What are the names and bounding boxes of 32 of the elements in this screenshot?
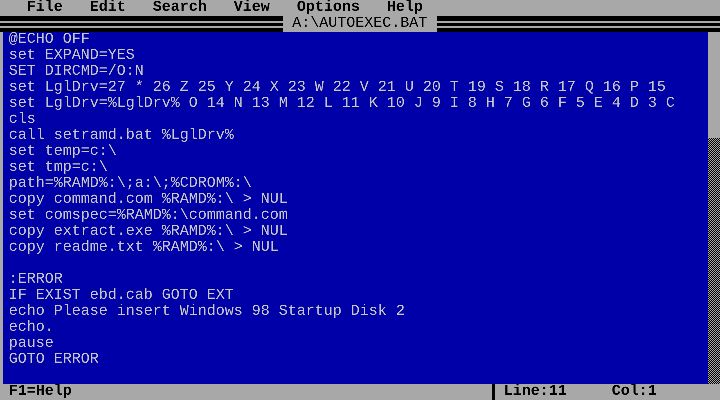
code-line: cls bbox=[9, 112, 36, 128]
code-line: set comspec=%RAMD%:\command.com bbox=[9, 208, 288, 224]
code-line: echo Please insert Windows 98 Startup Disk 2 bbox=[9, 304, 406, 320]
code-line: GOTO ERROR bbox=[9, 352, 100, 368]
code-line: SET DIRCMD=/O:N bbox=[9, 64, 144, 80]
menu-item[interactable]: View bbox=[234, 0, 270, 16]
menu-item[interactable]: Help bbox=[387, 0, 424, 16]
editor-area[interactable] bbox=[0, 32, 720, 384]
code-line: copy readme.txt %RAMD%:\ > NUL bbox=[9, 240, 280, 256]
code-line: call setramd.bat %LglDrv% bbox=[9, 128, 234, 144]
code-line: set tmp=c:\ bbox=[9, 160, 108, 176]
menu-item[interactable]: Search bbox=[153, 0, 208, 16]
code-line: copy extract.exe %RAMD%:\ > NUL bbox=[9, 224, 288, 240]
code-line: copy command.com %RAMD%:\ > NUL bbox=[9, 192, 288, 208]
code-line: @ECHO OFF bbox=[9, 32, 90, 48]
menu-item[interactable]: File bbox=[27, 0, 64, 16]
code-line: echo. bbox=[9, 320, 54, 336]
code-line: :ERROR bbox=[9, 272, 64, 288]
menu-item[interactable]: Options bbox=[297, 0, 360, 16]
scrollbar[interactable] bbox=[708, 32, 720, 384]
code-line: IF EXIST ebd.cab GOTO EXT bbox=[9, 288, 234, 304]
code-line: pause bbox=[9, 336, 54, 352]
window-title: A:\AUTOEXEC.BAT bbox=[283, 16, 437, 32]
line-indicator: Line:11 bbox=[503, 384, 568, 400]
code-line: path=%RAMD%:\;a:\;%CDROM%:\ bbox=[9, 176, 252, 192]
code-line: set LglDrv=%LglDrv% O 14 N 13 M 12 L 11 K 10 J 9 I 8 H 7 G 6 F 5 E 4 D 3 C bbox=[9, 96, 676, 112]
column-indicator: Col:1 bbox=[611, 384, 658, 400]
help-hint: F1=Help bbox=[8, 384, 72, 400]
code-line: set temp=c:\ bbox=[9, 144, 118, 160]
code-line: set LglDrv=27 * 26 Z 25 Y 24 X 23 W 22 V 21 U 20 T 19 S 18 R 17 Q 16 P 15 bbox=[9, 80, 666, 96]
code-line: set EXPAND=YES bbox=[9, 48, 136, 64]
menu-item[interactable]: Edit bbox=[90, 0, 126, 16]
